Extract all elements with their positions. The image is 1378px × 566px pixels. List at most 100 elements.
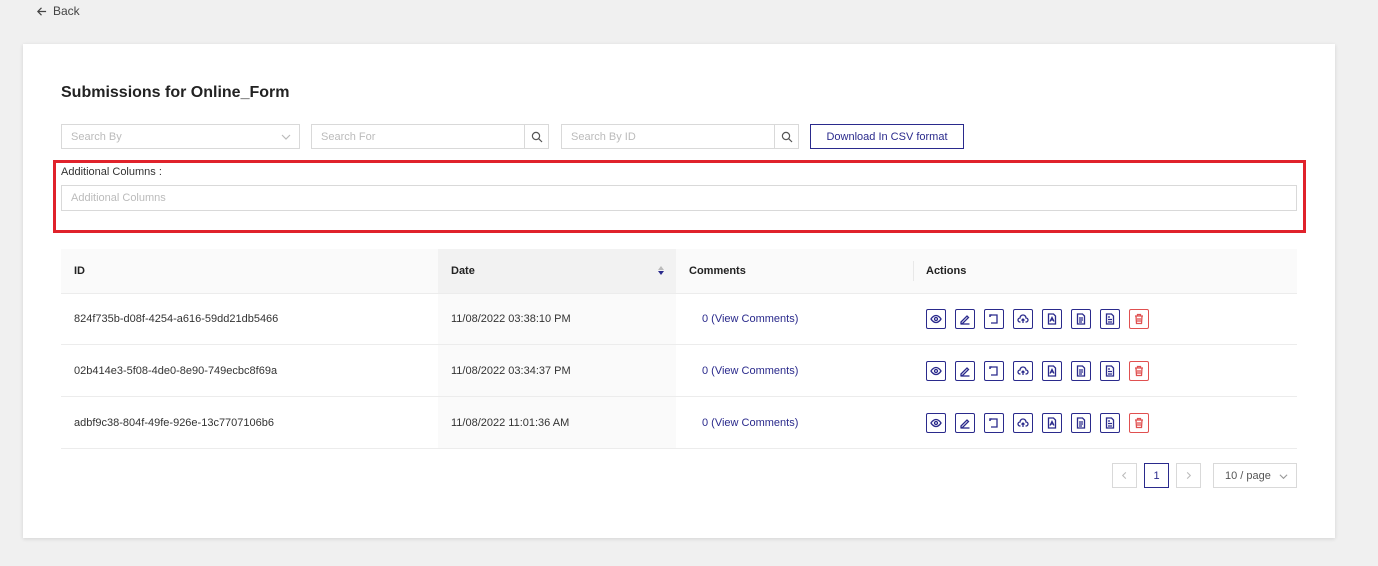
edit-icon xyxy=(960,315,970,325)
additional-columns-placeholder: Additional Columns xyxy=(71,192,166,204)
search-by-select[interactable]: Search By xyxy=(61,124,300,149)
table-header: ID Date Comments Actions xyxy=(61,249,1297,293)
download-csv-button[interactable]: Download In CSV format xyxy=(810,124,964,149)
header-id: ID xyxy=(74,265,85,277)
file-icon xyxy=(1105,416,1115,429)
cell-actions xyxy=(913,294,1297,344)
eye-icon xyxy=(930,314,942,324)
doc-button[interactable] xyxy=(1071,360,1091,381)
cloud-upload-icon xyxy=(1017,365,1029,375)
search-icon xyxy=(531,131,542,142)
pdf-button[interactable] xyxy=(1042,412,1062,433)
cell-actions xyxy=(913,397,1297,448)
edit-icon xyxy=(960,366,970,377)
doc-button[interactable] xyxy=(1071,309,1091,329)
search-id-placeholder: Search By ID xyxy=(571,130,636,143)
file-button[interactable] xyxy=(1100,360,1120,381)
pdf-button[interactable] xyxy=(1042,360,1062,381)
return-icon xyxy=(989,314,998,324)
submissions-card: Submissions for Online_Form Search By Se… xyxy=(23,44,1335,538)
view-button[interactable] xyxy=(926,412,946,433)
return-button[interactable] xyxy=(984,309,1004,329)
search-id-button[interactable] xyxy=(774,124,799,149)
cell-actions xyxy=(913,345,1297,396)
return-button[interactable] xyxy=(984,360,1004,381)
doc-button[interactable] xyxy=(1071,412,1091,433)
upload-button[interactable] xyxy=(1013,309,1033,329)
return-icon xyxy=(989,417,998,428)
file-icon xyxy=(1105,364,1115,377)
header-date[interactable]: Date xyxy=(438,249,676,293)
view-comments-link[interactable]: 0 (View Comments) xyxy=(676,345,913,396)
header-comments: Comments xyxy=(689,265,746,277)
chevron-right-icon xyxy=(1186,471,1192,480)
delete-button[interactable] xyxy=(1129,309,1149,329)
edit-button[interactable] xyxy=(955,309,975,329)
cell-date: 11/08/2022 03:34:37 PM xyxy=(438,345,676,396)
search-for-placeholder: Search For xyxy=(321,130,376,143)
header-actions: Actions xyxy=(913,249,1297,293)
search-for-input[interactable]: Search For xyxy=(311,124,525,149)
delete-icon xyxy=(1135,313,1143,325)
view-comments-link[interactable]: 0 (View Comments) xyxy=(676,397,913,448)
doc-icon xyxy=(1076,364,1086,377)
cloud-upload-icon xyxy=(1017,314,1029,323)
eye-icon xyxy=(930,418,942,427)
back-button[interactable]: Back xyxy=(36,4,80,18)
chevron-down-icon xyxy=(1279,474,1288,480)
return-button[interactable] xyxy=(984,412,1004,433)
edit-button[interactable] xyxy=(955,360,975,381)
prev-page-button[interactable] xyxy=(1112,463,1137,488)
return-icon xyxy=(989,365,998,376)
delete-icon xyxy=(1135,365,1143,376)
delete-button[interactable] xyxy=(1129,412,1149,433)
pdf-button[interactable] xyxy=(1042,309,1062,329)
page-title: Submissions for Online_Form xyxy=(61,84,290,101)
cell-id: 824f735b-d08f-4254-a616-59dd21db5466 xyxy=(74,313,279,325)
delete-icon xyxy=(1135,417,1143,428)
cell-date: 11/08/2022 11:01:36 AM xyxy=(438,397,676,448)
additional-columns-label: Additional Columns : xyxy=(61,166,162,178)
cell-id: adbf9c38-804f-49fe-926e-13c7707106b6 xyxy=(74,416,274,429)
chevron-left-icon xyxy=(1121,471,1127,480)
sort-icon[interactable] xyxy=(658,266,664,275)
search-for-button[interactable] xyxy=(524,124,549,149)
doc-icon xyxy=(1076,416,1086,429)
view-button[interactable] xyxy=(926,309,946,329)
chevron-down-icon xyxy=(281,134,291,140)
search-icon xyxy=(781,131,792,142)
search-id-input[interactable]: Search By ID xyxy=(561,124,775,149)
cloud-upload-icon xyxy=(1017,417,1029,427)
file-button[interactable] xyxy=(1100,309,1120,329)
submissions-table: ID Date Comments Actions 824f735b-d08f-4… xyxy=(61,249,1297,449)
edit-icon xyxy=(960,418,970,429)
arrow-left-icon xyxy=(36,6,47,16)
doc-icon xyxy=(1076,313,1086,325)
pdf-icon xyxy=(1047,416,1057,429)
cell-date: 11/08/2022 03:38:10 PM xyxy=(438,294,676,344)
page-size-select[interactable]: 10 / page xyxy=(1213,463,1297,488)
search-by-placeholder: Search By xyxy=(71,130,122,143)
page-size-value: 10 / page xyxy=(1225,469,1271,482)
delete-button[interactable] xyxy=(1129,360,1149,381)
upload-button[interactable] xyxy=(1013,412,1033,433)
edit-button[interactable] xyxy=(955,412,975,433)
table-row: adbf9c38-804f-49fe-926e-13c7707106b6 11/… xyxy=(61,397,1297,449)
next-page-button[interactable] xyxy=(1176,463,1201,488)
table-row: 824f735b-d08f-4254-a616-59dd21db5466 11/… xyxy=(61,293,1297,345)
table-body: 824f735b-d08f-4254-a616-59dd21db5466 11/… xyxy=(61,293,1297,449)
additional-columns-input[interactable]: Additional Columns xyxy=(61,185,1297,211)
cell-id: 02b414e3-5f08-4de0-8e90-749ecbc8f69a xyxy=(74,364,278,377)
view-button[interactable] xyxy=(926,360,946,381)
file-icon xyxy=(1105,313,1115,325)
header-date-label: Date xyxy=(451,265,475,277)
back-label: Back xyxy=(53,4,80,18)
pdf-icon xyxy=(1047,313,1057,325)
table-row: 02b414e3-5f08-4de0-8e90-749ecbc8f69a 11/… xyxy=(61,345,1297,397)
eye-icon xyxy=(930,366,942,375)
view-comments-link[interactable]: 0 (View Comments) xyxy=(676,294,913,344)
file-button[interactable] xyxy=(1100,412,1120,433)
pdf-icon xyxy=(1047,364,1057,377)
page-1-button[interactable]: 1 xyxy=(1144,463,1169,488)
upload-button[interactable] xyxy=(1013,360,1033,381)
